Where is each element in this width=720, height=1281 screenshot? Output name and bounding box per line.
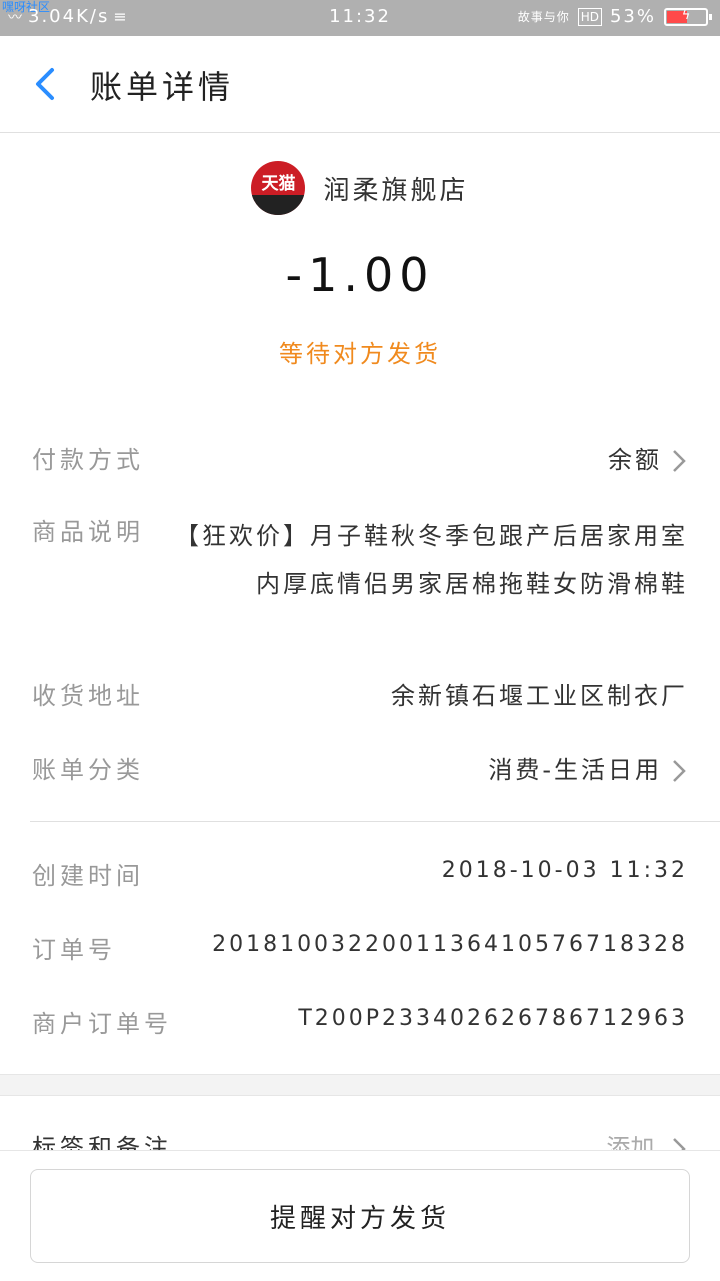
category-label: 账单分类 bbox=[32, 756, 144, 784]
tmall-cat-face-icon bbox=[251, 195, 306, 215]
merchant-name: 润柔旗舰店 bbox=[323, 175, 469, 206]
chevron-right-icon bbox=[673, 1138, 686, 1150]
order-number-label: 订单号 bbox=[32, 936, 116, 964]
page-title: 账单详情 bbox=[90, 68, 235, 106]
carrier-text: 故事与你 bbox=[517, 10, 570, 24]
section-divider bbox=[30, 821, 720, 822]
back-button[interactable] bbox=[28, 64, 68, 104]
payment-method-value: 余额 bbox=[608, 446, 662, 474]
chevron-right-icon bbox=[673, 450, 686, 472]
merchant-info: 天猫 润柔旗舰店 bbox=[0, 160, 720, 216]
tags-label: 标签和备注 bbox=[32, 1134, 172, 1150]
hd-icon: HD bbox=[577, 7, 602, 26]
address-value: 余新镇石堰工业区制衣厂 bbox=[391, 682, 688, 710]
order-number-value: 2018100322001136410576718328 bbox=[212, 932, 688, 957]
section-gap bbox=[0, 1074, 720, 1096]
product-desc-value: 【狂欢价】月子鞋秋冬季包跟产后居家用室内厚底情侣男家居棉拖鞋女防滑棉鞋 bbox=[175, 522, 688, 598]
merchant-order-label: 商户订单号 bbox=[32, 1010, 172, 1038]
charging-bolt-icon: ϟ bbox=[681, 7, 691, 23]
merchant-order-value: T200P2334026267867129​63 bbox=[298, 1006, 688, 1031]
tmall-logo: 天猫 bbox=[251, 161, 306, 215]
tags-row[interactable]: 标签和备注 添加 bbox=[0, 1128, 720, 1150]
logo-text: 天猫 bbox=[261, 174, 296, 194]
address-label: 收货地址 bbox=[32, 682, 144, 710]
payment-method-label: 付款方式 bbox=[32, 446, 144, 474]
bill-amount: -1.00 bbox=[285, 248, 435, 302]
tags-add-action[interactable]: 添加 bbox=[606, 1128, 688, 1150]
category-row[interactable]: 消费-生活日用 bbox=[488, 750, 688, 785]
status-bar: 嘿呀社区 〰 3.04K/s ≡ 11:32 故事与你 HD 53% ϟ bbox=[0, 0, 720, 36]
status-right: 故事与你 HD 53% ϟ bbox=[517, 6, 712, 27]
tags-add-label: 添加 bbox=[606, 1134, 655, 1150]
app-header: 账单详情 bbox=[0, 36, 720, 133]
battery-percent: 53% bbox=[609, 6, 656, 27]
category-value: 消费-生活日用 bbox=[488, 756, 662, 784]
chevron-right-icon bbox=[673, 760, 686, 782]
created-time-value: 2018-10-03 11:32 bbox=[441, 858, 688, 883]
product-desc-label: 商品说明 bbox=[32, 518, 144, 546]
bottom-action-bar: 提醒对方发货 bbox=[0, 1150, 720, 1281]
created-time-label: 创建时间 bbox=[32, 862, 144, 890]
remind-ship-button[interactable]: 提醒对方发货 bbox=[30, 1169, 690, 1263]
battery-icon: ϟ bbox=[664, 7, 712, 26]
chevron-left-icon bbox=[36, 68, 54, 100]
order-status: 等待对方发货 bbox=[279, 340, 441, 368]
payment-method-row[interactable]: 余额 bbox=[608, 440, 688, 475]
